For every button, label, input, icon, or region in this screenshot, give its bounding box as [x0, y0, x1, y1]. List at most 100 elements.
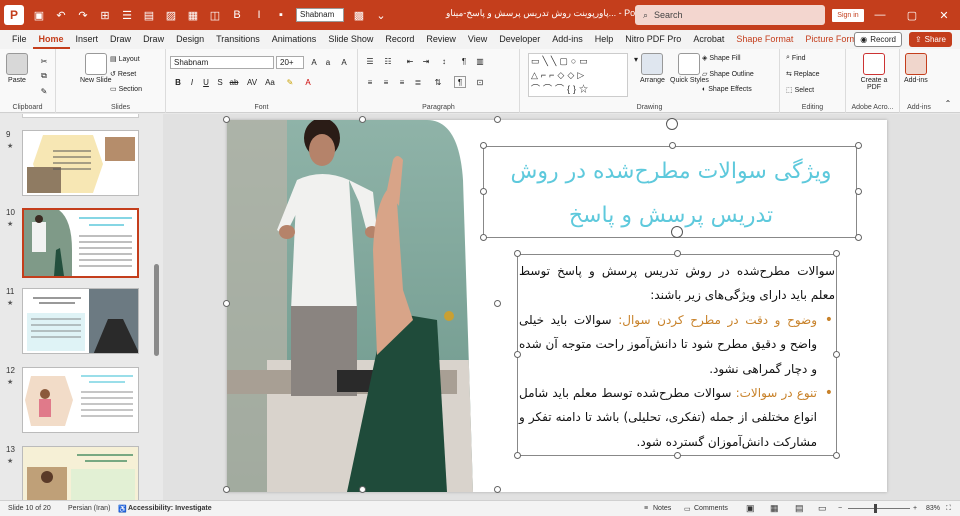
tab-slide-show[interactable]: Slide Show — [322, 30, 379, 49]
maximize-icon[interactable]: ▢ — [896, 0, 928, 30]
body-handle-bl[interactable] — [514, 452, 521, 459]
slide-thumb-8[interactable] — [22, 114, 139, 118]
shape-fill-button[interactable]: ◈ Shape Fill — [702, 54, 741, 63]
photo-handle-mr[interactable] — [494, 300, 501, 307]
smartart-icon[interactable]: ⊡ — [474, 76, 486, 88]
tab-review[interactable]: Review — [420, 30, 462, 49]
format-painter-icon[interactable]: ✎ — [38, 85, 50, 97]
zoom-in-icon[interactable]: + — [913, 505, 917, 512]
tab-animations[interactable]: Animations — [266, 30, 323, 49]
slideshow-view-icon[interactable]: ▭ — [818, 503, 827, 514]
scrollbar-thumb[interactable] — [154, 264, 159, 356]
change-case-icon[interactable]: Aa — [264, 76, 276, 88]
bold-icon[interactable]: B — [172, 76, 184, 88]
photo-handle-tm[interactable] — [359, 116, 366, 123]
align-center-icon[interactable]: ≡ — [380, 76, 392, 88]
share-button[interactable]: ⇪ Share — [908, 32, 952, 47]
line-spacing-icon[interactable]: ↕ — [438, 55, 450, 67]
text-direction-icon[interactable]: ⇅ — [432, 76, 444, 88]
search-box[interactable]: ⌕ Search — [635, 5, 825, 25]
undo-icon[interactable]: ↶ — [50, 4, 72, 26]
body-rotate-handle[interactable] — [671, 226, 683, 238]
comments-button[interactable]: Comments — [694, 505, 728, 512]
font-color-icon[interactable]: A — [302, 76, 314, 88]
clear-format-icon[interactable]: A — [338, 56, 350, 68]
zoom-level[interactable]: 83% — [926, 505, 940, 512]
tab-record[interactable]: Record — [379, 30, 420, 49]
justify-icon[interactable]: ≣ — [412, 76, 424, 88]
numbering-icon[interactable]: ☷ — [382, 55, 394, 67]
title-handle-br[interactable] — [855, 234, 862, 241]
slide-thumb-13[interactable] — [22, 446, 139, 500]
replace-button[interactable]: ⇆ Replace — [786, 70, 820, 79]
sign-in-button[interactable]: Sign in — [832, 9, 864, 22]
shapes-gallery[interactable]: ▭╲╲▢○▭ △⌐⌐◇◇▷ ⌒⌒⌒{}☆ — [528, 53, 628, 97]
slide-thumb-12[interactable] — [22, 367, 139, 433]
slide-thumb-11[interactable] — [22, 288, 139, 354]
normal-view-icon[interactable]: ▣ — [746, 503, 755, 514]
redo-icon[interactable]: ↷ — [72, 4, 94, 26]
body-handle-br[interactable] — [833, 452, 840, 459]
select-button[interactable]: ⬚ Select — [786, 86, 814, 95]
italic-icon[interactable]: I — [186, 76, 198, 88]
tab-draw[interactable]: Draw — [104, 30, 137, 49]
slide-sorter-icon[interactable]: ▦ — [770, 503, 779, 514]
photo-handle-tl[interactable] — [223, 116, 230, 123]
tab-file[interactable]: File — [6, 30, 33, 49]
body-handle-bm[interactable] — [674, 452, 681, 459]
paste-button[interactable]: Paste — [6, 53, 28, 84]
reset-button[interactable]: ↺ Reset — [110, 70, 136, 79]
find-button[interactable]: ⌕ Find — [786, 54, 806, 62]
tab-draw-2[interactable]: Draw — [137, 30, 170, 49]
close-icon[interactable]: ✕ — [928, 0, 960, 30]
body-handle-tl[interactable] — [514, 250, 521, 257]
align-right-icon[interactable]: ≡ — [396, 76, 408, 88]
italic-qat-icon[interactable]: I — [248, 4, 270, 26]
arrange-button[interactable]: Arrange — [640, 53, 665, 84]
bold-qat-icon[interactable]: B — [226, 4, 248, 26]
minimize-icon[interactable]: — — [864, 0, 896, 30]
thumbnails-scrollbar[interactable] — [153, 114, 160, 500]
present-icon[interactable]: ⊞ — [94, 4, 116, 26]
cut-icon[interactable]: ✂ — [38, 55, 50, 67]
record-button[interactable]: ◉ Record — [854, 32, 902, 47]
table-icon[interactable]: ▦ — [182, 4, 204, 26]
notes-button[interactable]: Notes — [653, 505, 671, 512]
slide-body-text[interactable]: سوالات مطرح‌شده در روش تدریس پرسش و پاسخ… — [519, 259, 835, 454]
photo-handle-tr[interactable] — [494, 116, 501, 123]
body-handle-tm[interactable] — [674, 250, 681, 257]
shape-outline-button[interactable]: ▱ Shape Outline — [702, 70, 754, 79]
font-name-select[interactable]: Shabnam — [170, 56, 274, 69]
save-icon[interactable]: ▣ — [28, 4, 50, 26]
shadow-icon[interactable]: S — [214, 76, 226, 88]
reading-view-icon[interactable]: ▤ — [795, 503, 804, 514]
color-icon[interactable]: ▩ — [348, 4, 370, 26]
customize-qat-icon[interactable]: ⌄ — [370, 4, 392, 26]
picture-icon[interactable]: ▨ — [160, 4, 182, 26]
tab-insert[interactable]: Insert — [70, 30, 105, 49]
tab-developer[interactable]: Developer — [493, 30, 546, 49]
zoom-slider-thumb[interactable] — [874, 504, 877, 513]
increase-indent-icon[interactable]: ⇥ — [420, 55, 432, 67]
slide-thumb-9[interactable] — [22, 130, 139, 196]
body-handle-tr[interactable] — [833, 250, 840, 257]
collapse-ribbon-icon[interactable]: ⌃ — [942, 97, 954, 109]
align-left-icon[interactable]: ≡ — [364, 76, 376, 88]
decrease-indent-icon[interactable]: ⇤ — [404, 55, 416, 67]
spacing-icon[interactable]: AV — [246, 76, 258, 88]
tab-nitro[interactable]: Nitro PDF Pro — [619, 30, 687, 49]
tab-home[interactable]: Home — [32, 30, 70, 49]
new-slide-button[interactable]: New Slide — [80, 53, 112, 84]
title-handle-tl[interactable] — [480, 142, 487, 149]
highlight-icon[interactable]: ✎ — [284, 76, 296, 88]
zoom-slider[interactable] — [848, 508, 910, 509]
tab-shape-format[interactable]: Shape Format — [730, 30, 799, 49]
columns-icon[interactable]: ▥ — [474, 55, 486, 67]
language-indicator[interactable]: Persian (Iran) — [68, 505, 110, 512]
addins-button[interactable]: Add-ins — [904, 53, 928, 84]
title-handle-tm[interactable] — [669, 142, 676, 149]
accessibility-status[interactable]: Accessibility: Investigate — [128, 505, 212, 512]
layout-button[interactable]: ▤ Layout — [110, 55, 140, 64]
tab-add-ins[interactable]: Add-ins — [546, 30, 589, 49]
tab-design[interactable]: Design — [170, 30, 210, 49]
